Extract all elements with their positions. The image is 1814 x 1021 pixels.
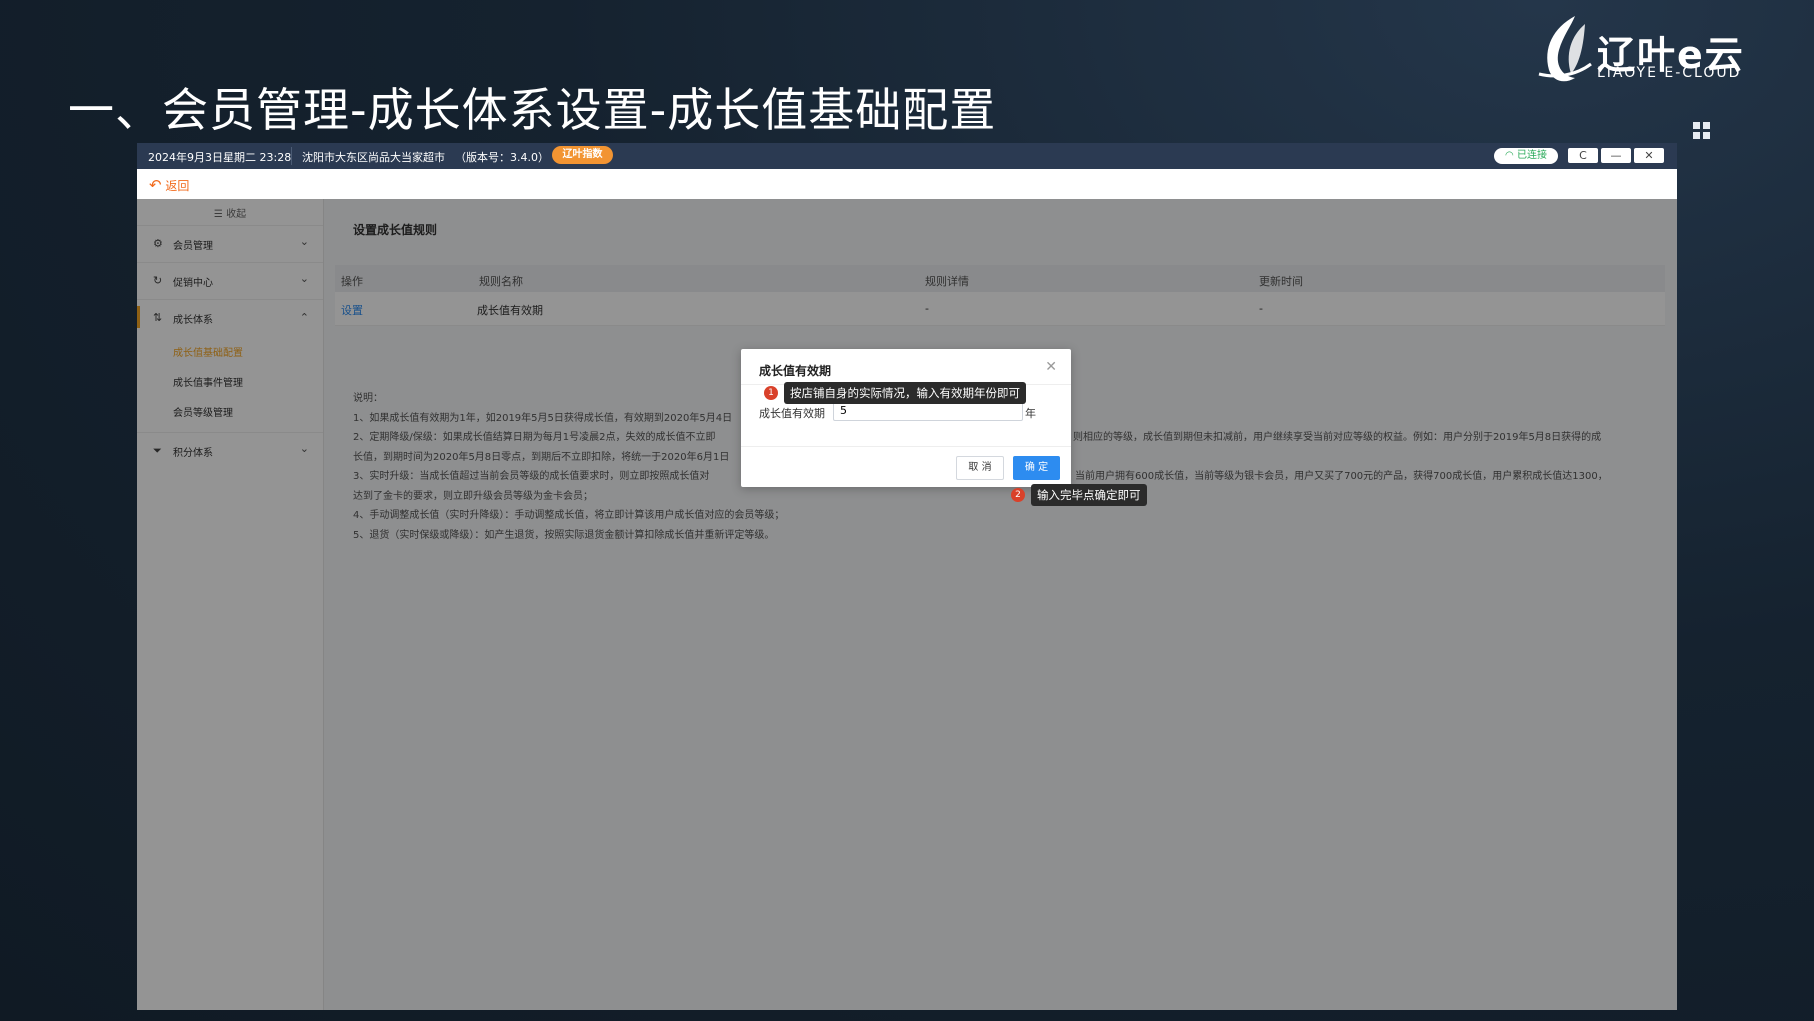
wifi-icon: ◠: [1505, 150, 1517, 161]
back-button[interactable]: ↶ 返回: [149, 176, 189, 194]
validity-dialog: 成长值有效期 ✕ 成长值有效期 年 取 消 确 定: [741, 349, 1071, 487]
tip-callout-1: 按店铺自身的实际情况，输入有效期年份即可: [784, 382, 1026, 404]
back-arrow-icon: ↶: [149, 176, 162, 194]
slide-title: 一、会员管理-成长体系设置-成长值基础配置: [68, 83, 997, 137]
unit-label: 年: [1025, 407, 1036, 420]
close-window-button[interactable]: ✕: [1634, 148, 1664, 163]
badge-label: 辽叶指数: [562, 149, 603, 160]
modal-overlay[interactable]: [137, 199, 1677, 1010]
app-window: 2024年9月3日星期二 23:28 沈阳市大东区尚品大当家超市 （版本号：3.…: [137, 143, 1677, 1010]
back-bar: ↶ 返回: [137, 169, 1677, 199]
close-icon[interactable]: ✕: [1045, 359, 1057, 375]
tip-number-1: 1: [764, 386, 778, 400]
refresh-button[interactable]: C: [1568, 148, 1598, 163]
version-text: （版本号：3.4.0）: [455, 151, 549, 164]
leaf-logo-icon: [1538, 16, 1592, 82]
tip-number-2: 2: [1011, 488, 1025, 502]
liaoye-index-badge[interactable]: 辽叶指数: [552, 146, 613, 164]
connection-label: 已连接: [1516, 150, 1547, 161]
divider: [741, 446, 1071, 447]
field-label: 成长值有效期: [759, 407, 825, 420]
back-label: 返回: [165, 179, 190, 193]
connection-status: ◠ 已连接: [1494, 148, 1558, 164]
dialog-title: 成长值有效期: [759, 364, 832, 378]
brand-logo: 辽叶e云 LIAOYE E-CLOUD: [1535, 12, 1743, 86]
grid-decoration-icon: [1693, 122, 1713, 140]
store-name: 沈阳市大东区尚品大当家超市: [302, 151, 445, 164]
datetime-text: 2024年9月3日星期二 23:28: [148, 151, 292, 164]
minimize-button[interactable]: —: [1601, 148, 1631, 163]
brand-name-en: LIAOYE E-CLOUD: [1597, 65, 1742, 81]
window-titlebar: 2024年9月3日星期二 23:28 沈阳市大东区尚品大当家超市 （版本号：3.…: [137, 143, 1677, 169]
cancel-button[interactable]: 取 消: [956, 456, 1004, 480]
tip-callout-2: 输入完毕点确定即可: [1031, 484, 1147, 506]
confirm-button[interactable]: 确 定: [1013, 456, 1060, 480]
